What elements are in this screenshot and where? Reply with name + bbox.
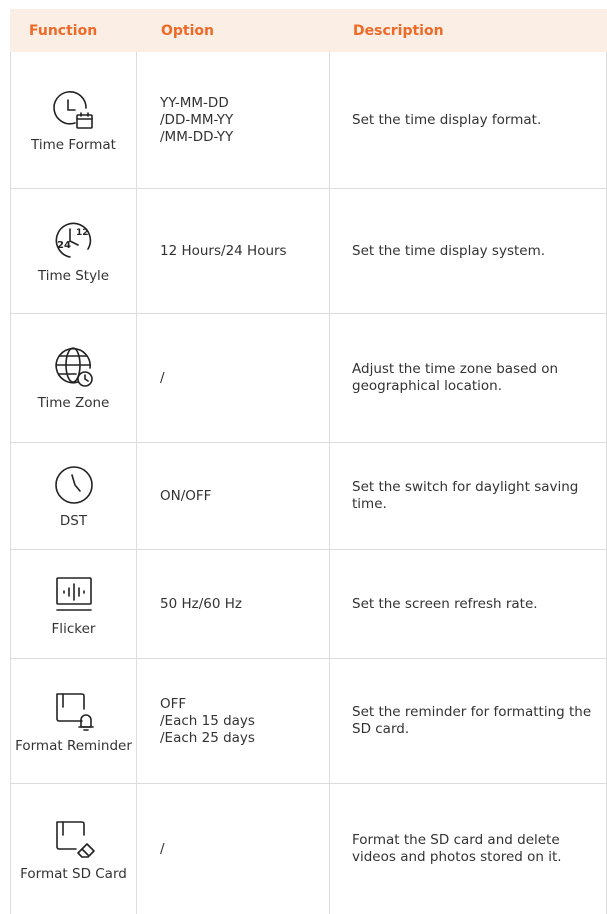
option-cell: / xyxy=(137,784,330,914)
option-cell: 12 Hours/24 Hours xyxy=(137,189,330,313)
description-cell: Set the switch for daylight saving time. xyxy=(330,443,607,549)
table-row: 24 12 Time Style 12 Hours/24 Hours Set t… xyxy=(10,189,607,314)
table-row: DST ON/OFF Set the switch for daylight s… xyxy=(10,443,607,550)
description-cell: Format the SD card and delete videos and… xyxy=(330,784,607,914)
option-cell: YY-MM-DD /DD-MM-YY /MM-DD-YY xyxy=(137,52,330,188)
description-cell: Adjust the time zone based on geographic… xyxy=(330,314,607,442)
table-row: Flicker 50 Hz/60 Hz Set the screen refre… xyxy=(10,550,607,659)
svg-text:24: 24 xyxy=(57,240,71,251)
header-option: Option xyxy=(161,22,214,39)
clock-calendar-icon xyxy=(52,91,93,129)
function-name: Flicker xyxy=(51,621,96,637)
globe-clock-icon xyxy=(54,347,93,387)
function-cell: Format Reminder xyxy=(10,659,137,783)
header-description: Description xyxy=(353,22,444,39)
sd-card-bell-icon xyxy=(55,693,94,731)
function-cell: 24 12 Time Style xyxy=(10,189,137,313)
monitor-waveform-icon xyxy=(55,577,92,611)
sd-card-eraser-icon xyxy=(55,821,95,858)
table-row: Format Reminder OFF /Each 15 days /Each … xyxy=(10,659,607,784)
table-row: Time Zone / Adjust the time zone based o… xyxy=(10,314,607,443)
clock-icon xyxy=(54,466,93,504)
function-cell: DST xyxy=(10,443,137,549)
header-function: Function xyxy=(29,22,98,39)
settings-table: Function Option Description Time Format … xyxy=(10,9,607,914)
function-cell: Time Format xyxy=(10,52,137,188)
function-name: DST xyxy=(59,513,88,529)
description-cell: Set the time display format. xyxy=(330,52,607,188)
table-row: Time Format YY-MM-DD /DD-MM-YY /MM-DD-YY… xyxy=(10,52,607,189)
table-header: Function Option Description xyxy=(10,9,607,52)
option-cell: OFF /Each 15 days /Each 25 days xyxy=(137,659,330,783)
function-name: Time Format xyxy=(31,137,116,153)
function-cell: Format SD Card xyxy=(10,784,137,914)
option-cell: / xyxy=(137,314,330,442)
description-cell: Set the screen refresh rate. xyxy=(330,550,607,658)
function-cell: Flicker xyxy=(10,550,137,658)
function-cell: Time Zone xyxy=(10,314,137,442)
option-cell: 50 Hz/60 Hz xyxy=(137,550,330,658)
svg-text:12: 12 xyxy=(76,228,89,238)
function-name: Format Reminder xyxy=(15,738,132,754)
description-cell: Set the reminder for formatting the SD c… xyxy=(330,659,607,783)
clock-24-12-icon: 24 12 xyxy=(55,222,91,258)
function-name: Time Style xyxy=(37,268,110,284)
function-name: Time Zone xyxy=(37,395,110,411)
table-row: Format SD Card / Format the SD card and … xyxy=(10,784,607,914)
description-cell: Set the time display system. xyxy=(330,189,607,313)
function-name: Format SD Card xyxy=(20,866,127,882)
option-cell: ON/OFF xyxy=(137,443,330,549)
